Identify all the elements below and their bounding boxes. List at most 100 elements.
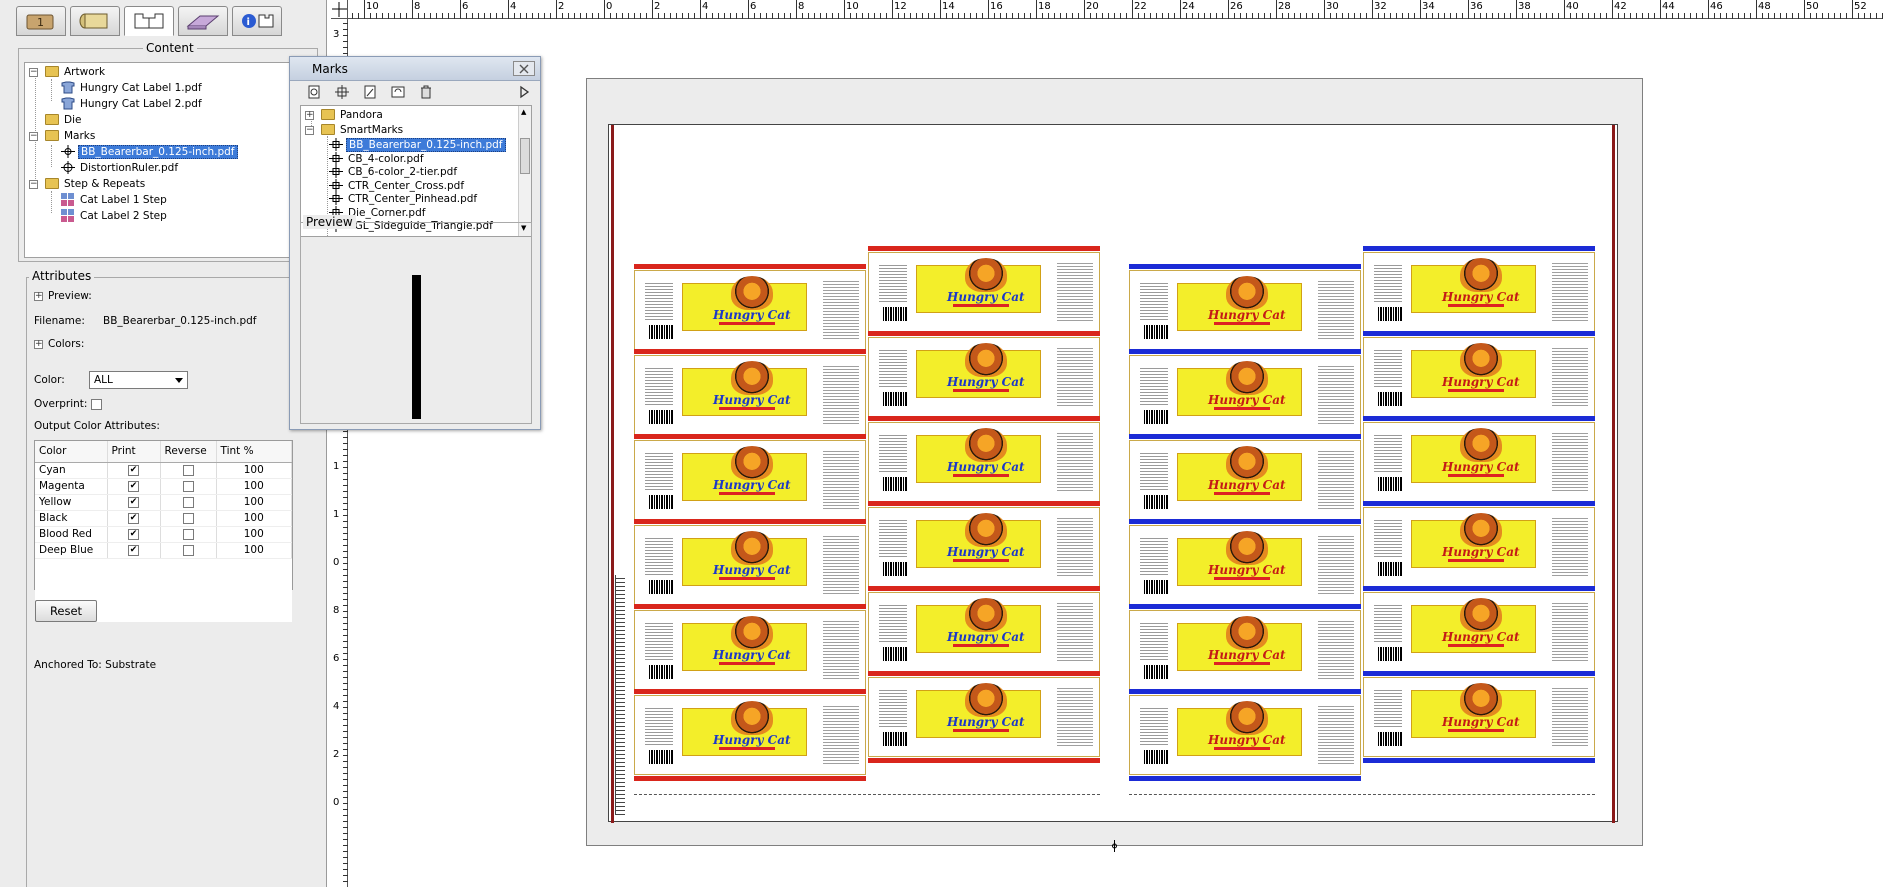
ruler-tick-label: 2 [333,749,340,760]
ruler-tick-label: 8 [414,1,421,12]
add-mark-button[interactable] [332,82,352,102]
ruler-tick-label: 0 [333,557,340,568]
color-select[interactable]: ALL [89,371,188,389]
marks-titlebar[interactable]: Marks [290,57,540,81]
tree-node-die[interactable]: Die [29,113,83,128]
reverse-checkbox[interactable] [182,528,194,540]
column-header-tint: Tint % [216,441,292,463]
distortion-ruler-mark[interactable] [615,575,625,815]
content-tree: − Artwork Hungry Cat Label 1.pdf Hungry … [24,62,312,258]
color-name: Blood Red [35,526,108,543]
color-row[interactable]: Black ✔ 100 [35,510,292,527]
bearer-bar-right[interactable] [1612,125,1615,823]
color-name: Cyan [35,462,108,479]
bearer-bar-left[interactable] [611,125,614,823]
registration-mark-icon [61,161,75,174]
color-name: Deep Blue [35,542,108,559]
collapse-toggle[interactable]: − [29,180,38,189]
ruler-tick-label: 18 [1038,1,1051,12]
print-checkbox[interactable]: ✔ [128,464,139,476]
step-repeat-grid-icon [61,193,74,206]
ruler-tick-label: 8 [798,1,805,12]
trash-icon [421,85,431,99]
overprint-checkbox[interactable] [91,399,102,410]
color-label: Color: [34,374,65,386]
tint-value[interactable]: 100 [216,510,292,527]
tint-value[interactable]: 100 [216,478,292,495]
tab-stock[interactable] [70,6,120,36]
tab-info[interactable]: i [232,6,282,36]
tab-press[interactable] [178,6,228,36]
tree-node-marks[interactable]: − Marks [29,129,97,144]
collapse-toggle[interactable]: − [29,68,38,77]
reset-button[interactable]: Reset [35,600,97,622]
color-row[interactable]: Yellow ✔ 100 [35,494,292,511]
print-checkbox[interactable]: ✔ [128,496,139,508]
tree-item-distortion-ruler[interactable]: DistortionRuler.pdf [61,161,180,176]
marks-tree-scrollbar[interactable]: ▲ ▼ [518,106,531,236]
preview-expand-toggle[interactable]: + [34,292,43,301]
tree-node-step-repeats[interactable]: − Step & Repeats [29,177,147,192]
registration-mark-icon [329,178,343,192]
tree-item-step-1[interactable]: Cat Label 1 Step [61,193,169,208]
tint-value[interactable]: 100 [216,494,292,511]
ruler-tick-label: 20 [1086,1,1099,12]
ruler-tick-label: 2 [654,1,661,12]
tab-content[interactable] [124,6,174,36]
registration-mark-icon [329,138,343,151]
column-header-print: Print [107,441,161,463]
tree-item-artwork-1[interactable]: Hungry Cat Label 1.pdf [61,81,204,96]
preview-label: Preview: [48,290,92,302]
ruler-tick-label: 40 [1566,1,1579,12]
tab-file[interactable]: 1 [16,6,66,36]
close-icon [519,64,529,73]
ruler-tick-label: 8 [333,605,340,616]
print-checkbox[interactable]: ✔ [128,528,139,540]
press-sheet[interactable] [608,124,1618,823]
ruler-tick-label: 48 [1758,1,1771,12]
svg-text:1: 1 [37,16,44,29]
delete-mark-button[interactable] [416,82,436,102]
reverse-checkbox[interactable] [182,512,194,524]
ruler-tick-label: 4 [702,1,709,12]
roll-stock-icon [79,13,108,29]
refresh-button[interactable] [388,82,408,102]
reverse-checkbox[interactable] [182,464,194,476]
tint-value[interactable]: 100 [216,542,292,559]
reverse-checkbox[interactable] [182,544,194,556]
tint-value[interactable]: 100 [216,526,292,543]
marks-window[interactable]: Marks + Pandora − SmartMarks BB_Bearerba… [289,56,541,430]
colors-expand-toggle[interactable]: + [34,340,43,349]
color-row[interactable]: Deep Blue ✔ 100 [35,542,292,559]
tree-item-artwork-2[interactable]: Hungry Cat Label 2.pdf [61,97,204,112]
color-row[interactable]: Cyan ✔ 100 [35,462,292,479]
reverse-checkbox[interactable] [182,496,194,508]
tint-value[interactable]: 100 [216,462,292,479]
print-checkbox[interactable]: ✔ [128,480,139,492]
expand-toggle[interactable]: + [305,111,314,120]
tree-node-smartmarks[interactable]: − SmartMarks [305,123,405,138]
color-row[interactable]: Blood Red ✔ 100 [35,526,292,543]
collapse-toggle[interactable]: − [29,132,38,141]
edit-mark-button[interactable] [360,82,380,102]
print-checkbox[interactable]: ✔ [128,544,139,556]
reverse-checkbox[interactable] [182,480,194,492]
print-checkbox[interactable]: ✔ [128,512,139,524]
tree-item-bearerbar[interactable]: BB_Bearerbar_0.125-inch.pdf [61,145,238,160]
ruler-tick-label: 12 [894,1,907,12]
content-title: Content [143,41,197,55]
scroll-thumb[interactable] [520,138,530,174]
scroll-up-icon[interactable]: ▲ [521,108,526,116]
apply-mark-button[interactable] [514,82,534,102]
collapse-toggle[interactable]: − [305,126,314,135]
ruler-tick-label: 0 [333,797,340,808]
color-row[interactable]: Magenta ✔ 100 [35,478,292,495]
tree-node-pandora[interactable]: + Pandora [305,108,385,123]
ruler-tick-label: 46 [1710,1,1723,12]
close-button[interactable] [513,61,535,76]
tree-node-artwork[interactable]: − Artwork [29,65,107,80]
overprint-label: Overprint: [34,398,88,410]
tree-item-step-2[interactable]: Cat Label 2 Step [61,209,169,224]
ruler-origin-corner[interactable] [331,0,348,19]
import-mark-button[interactable] [304,82,324,102]
